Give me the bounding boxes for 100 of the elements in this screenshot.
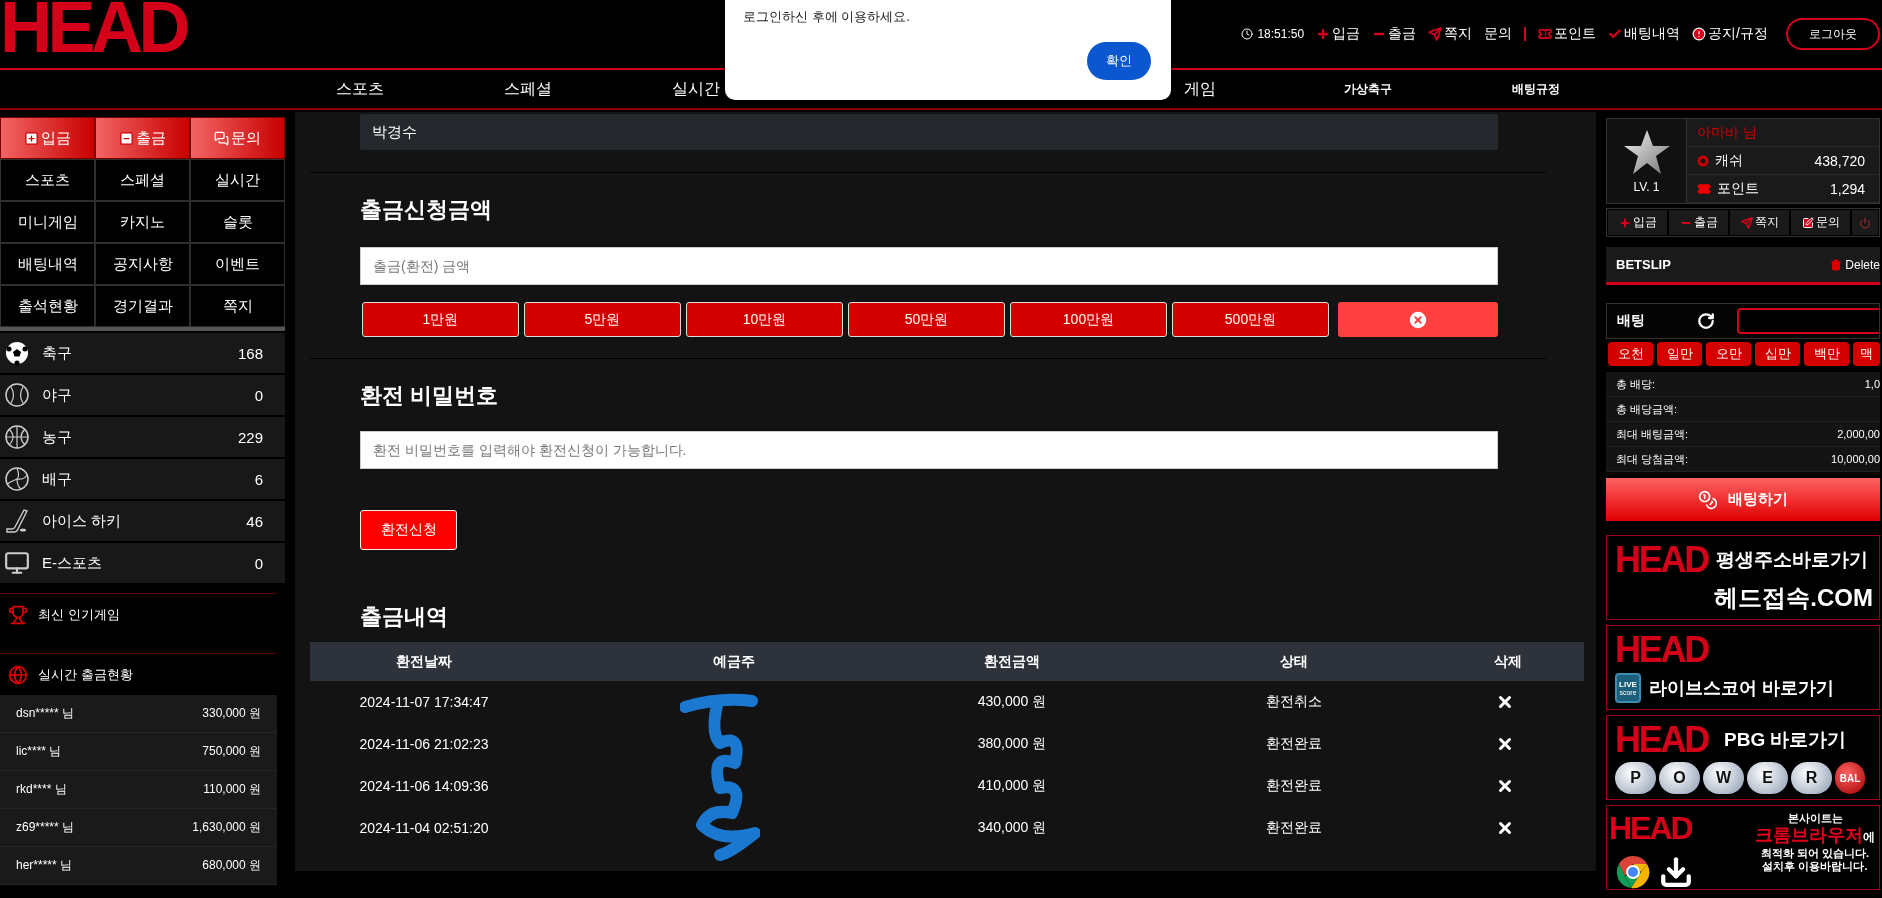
- nav-item[interactable]: 게임: [1184, 78, 1216, 100]
- logout-button[interactable]: 로그아웃: [1786, 18, 1880, 50]
- sport-name: 축구: [42, 343, 72, 363]
- menu-item[interactable]: 배팅내역: [0, 243, 95, 285]
- header-link[interactable]: 쪽지: [1428, 25, 1473, 43]
- header-link[interactable]: 출금: [1372, 25, 1417, 43]
- table-cell-text: 340,000 원: [976, 819, 1048, 837]
- clock-icon: [1241, 28, 1254, 40]
- ticket-icon: [1697, 181, 1711, 196]
- download-icon: [1659, 855, 1693, 889]
- nav-item[interactable]: 실시간: [672, 78, 720, 100]
- amount-field[interactable]: 출금(환전) 금액: [360, 247, 1498, 285]
- header-link[interactable]: 포인트: [1538, 25, 1597, 43]
- promo-banner[interactable]: HEAD PBG 바로가기 P O W E R BAL: [1606, 715, 1880, 800]
- profile-action[interactable]: 쪽지: [1729, 209, 1790, 236]
- amount-button[interactable]: 5만원: [524, 302, 681, 337]
- sport-row[interactable]: 야구 0: [0, 375, 285, 415]
- amount-button[interactable]: 1만원: [362, 302, 519, 337]
- nav-item[interactable]: 스포츠: [336, 78, 384, 100]
- amount-button[interactable]: 100만원: [1010, 302, 1167, 337]
- table-cell-text: 2024-11-06 14:09:36: [358, 778, 490, 794]
- table-cell-text: 환전취소: [1265, 693, 1323, 711]
- delete-all-link[interactable]: Delete: [1830, 257, 1880, 272]
- confirm-button[interactable]: 확인: [1087, 42, 1151, 80]
- menu-item[interactable]: 쪽지: [190, 285, 285, 327]
- header-link[interactable]: 입금: [1316, 25, 1361, 43]
- profile-action[interactable]: 출금: [1668, 209, 1729, 236]
- sport-row[interactable]: 축구 168: [0, 333, 285, 373]
- sport-row[interactable]: 농구 229: [0, 417, 285, 457]
- chat-icon: [214, 130, 229, 146]
- sport-name: 아이스 하키: [42, 511, 122, 531]
- amount-chip[interactable]: 십만: [1755, 342, 1800, 366]
- sidebar-action[interactable]: 문의: [190, 117, 285, 159]
- clear-button[interactable]: [1338, 302, 1498, 337]
- sport-count: 46: [246, 512, 263, 530]
- point-label: 포인트: [1717, 179, 1759, 198]
- close-circle-icon: [1407, 308, 1429, 331]
- dialog-message: 로그인하신 후에 이용하세요.: [743, 8, 910, 26]
- point-value: 1,294: [1829, 180, 1865, 197]
- menu-item[interactable]: 출석현황: [0, 285, 95, 327]
- amount-chip[interactable]: 오만: [1706, 342, 1751, 366]
- menu-item[interactable]: 실시간: [190, 159, 285, 201]
- amount-button[interactable]: 500만원: [1172, 302, 1329, 337]
- amount-chip[interactable]: 오천: [1608, 342, 1653, 366]
- sport-name: 농구: [42, 427, 72, 447]
- nav-item[interactable]: 스페셜: [504, 78, 552, 100]
- amount-button[interactable]: 10만원: [686, 302, 843, 337]
- delete-icon[interactable]: [1496, 819, 1514, 837]
- menu-item[interactable]: 경기결과: [95, 285, 190, 327]
- check-icon: [1608, 27, 1623, 41]
- amount-chip[interactable]: 맥: [1853, 342, 1880, 366]
- submit-button[interactable]: 환전신청: [360, 510, 457, 550]
- site-logo[interactable]: HEAD: [0, 0, 186, 63]
- menu-item[interactable]: 스포츠: [0, 159, 95, 201]
- sport-count: 6: [254, 470, 263, 488]
- place-bet-button[interactable]: 배팅하기: [1606, 478, 1880, 521]
- sport-row[interactable]: E-스포츠 0: [0, 543, 285, 583]
- header-link[interactable]: 공지/규정: [1692, 25, 1768, 43]
- banner-logo: HEAD: [1615, 542, 1708, 578]
- sport-name: E-스포츠: [42, 553, 102, 573]
- sport-row[interactable]: 아이스 하키 46: [0, 501, 285, 541]
- banner-text: 설치후 이용바랍니다.: [1762, 859, 1868, 874]
- menu-item[interactable]: 공지사항: [95, 243, 190, 285]
- menu-item[interactable]: 스페셜: [95, 159, 190, 201]
- menu-item[interactable]: 미니게임: [0, 201, 95, 243]
- delete-icon[interactable]: [1496, 693, 1514, 711]
- withdrawal-amount: 330,000 원: [202, 705, 261, 722]
- refresh-icon[interactable]: [1697, 312, 1715, 330]
- sport-row[interactable]: 배구 6: [0, 459, 285, 499]
- hockey-stick-icon: [4, 508, 30, 534]
- level-label: LV. 1: [1633, 180, 1660, 194]
- sport-count: 229: [237, 428, 263, 446]
- delete-icon[interactable]: [1496, 735, 1514, 753]
- password-field[interactable]: 환전 비밀번호를 입력해야 환전신청이 가능합니다.: [360, 431, 1498, 469]
- amount-chip[interactable]: 백만: [1804, 342, 1849, 366]
- section-heading: 출금신청금액: [360, 196, 493, 224]
- amount-button[interactable]: 50만원: [848, 302, 1005, 337]
- sidebar-action[interactable]: 출금: [95, 117, 190, 159]
- menu-item[interactable]: 이벤트: [190, 243, 285, 285]
- table-cell-text: 환전완료: [1265, 735, 1323, 753]
- table-cell-text: 2024-11-07 17:34:47: [358, 694, 490, 710]
- menu-item[interactable]: 슬롯: [190, 201, 285, 243]
- promo-banner[interactable]: HEAD 본사이트는 크롬브라우저에 최적화 되어 있습니다. 설치후 이용바랍니다.: [1606, 805, 1880, 890]
- delete-icon[interactable]: [1496, 777, 1514, 795]
- nav-item[interactable]: 가상축구: [1344, 80, 1392, 98]
- bet-amount-field[interactable]: [1737, 308, 1879, 334]
- user-name: lic**** 님: [16, 743, 62, 760]
- promo-banner[interactable]: HEAD 평생주소바로가기 헤드접속.COM: [1606, 535, 1880, 620]
- sidebar-action[interactable]: 입금: [0, 117, 95, 159]
- profile-action[interactable]: 입금: [1607, 209, 1668, 236]
- amount-chip[interactable]: 일만: [1657, 342, 1702, 366]
- sport-name: 야구: [42, 385, 72, 405]
- banner-text: 크롬브라우저에: [1755, 825, 1875, 847]
- profile-action[interactable]: 문의: [1790, 209, 1851, 236]
- header-link[interactable]: 문의: [1484, 25, 1513, 43]
- menu-item[interactable]: 카지노: [95, 201, 190, 243]
- cash-label: 캐쉬: [1715, 151, 1743, 170]
- user-name: dsn***** 님: [16, 705, 75, 722]
- header-link[interactable]: 배팅내역: [1608, 25, 1681, 43]
- nav-item[interactable]: 배팅규정: [1512, 80, 1560, 98]
